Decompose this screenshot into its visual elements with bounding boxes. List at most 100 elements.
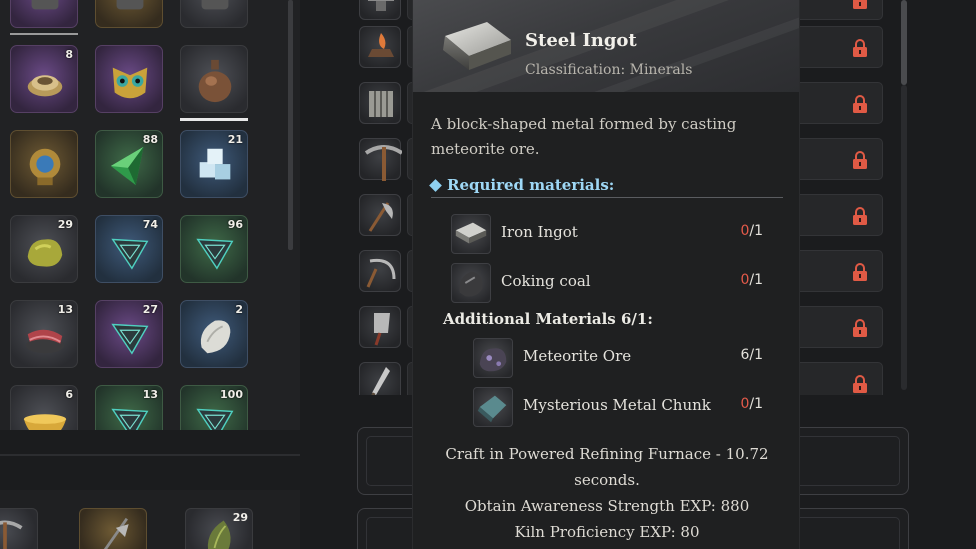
additional-materials-label: Additional Materials 6/1: [443, 310, 653, 328]
selection-indicator [10, 33, 78, 35]
item-tooltip: Steel Ingot Classification: Minerals A b… [412, 0, 800, 549]
recipe-icon[interactable] [359, 82, 401, 124]
screen-edge [968, 0, 976, 549]
item-classification: Classification: Minerals [525, 62, 693, 78]
recipe-icon[interactable] [359, 250, 401, 292]
inventory-slot[interactable]: 96 [180, 215, 248, 283]
divider [0, 454, 300, 456]
recipe-icon[interactable] [359, 138, 402, 181]
item-count: 13 [142, 388, 158, 401]
white-stone-icon [200, 320, 231, 354]
recipe-icon[interactable] [359, 362, 401, 395]
material-row: Coking coal 0/1 [451, 263, 763, 303]
material-row: Iron Ingot 0/1 [451, 214, 763, 254]
item-count: 29 [57, 218, 73, 231]
inventory-slot[interactable]: 74 [95, 215, 163, 283]
item-count: 6 [65, 388, 73, 401]
dagger-icon [371, 367, 390, 395]
axe-icon [368, 202, 393, 232]
material-quantity: 0/1 [740, 223, 763, 239]
recipe-icon[interactable] [359, 26, 401, 68]
item-count: 100 [220, 388, 243, 401]
lock-icon [853, 95, 867, 113]
item-name: Steel Ingot [525, 30, 637, 51]
water-flask-icon [198, 59, 232, 103]
lock-icon [853, 39, 867, 57]
inventory-slot[interactable] [95, 0, 163, 28]
item-count: 74 [142, 218, 158, 231]
meteorite-ore-icon [479, 348, 507, 372]
material-quantity: 6/1 [740, 347, 763, 363]
hotbar [0, 490, 300, 549]
rune-prism-icon [111, 323, 149, 355]
item-count: 29 [232, 511, 248, 524]
inventory-slot[interactable] [10, 0, 78, 28]
lock-icon [853, 207, 867, 225]
hotbar-slot[interactable]: 29 [185, 508, 253, 549]
coal-icon [459, 271, 483, 297]
item-count: 2 [235, 303, 243, 316]
inventory-slot[interactable]: 6 [10, 385, 78, 430]
inventory-slot[interactable] [180, 45, 248, 113]
craft-info-line1: Craft in Powered Refining Furnace - 10.7… [445, 445, 769, 463]
inventory-slot[interactable]: 27 [95, 300, 163, 368]
material-name: Coking coal [501, 272, 591, 290]
item-count: 13 [57, 303, 73, 316]
inventory-slot[interactable]: 2 [180, 300, 248, 368]
item-icon [116, 0, 144, 10]
quantity-need: /1 [749, 272, 763, 288]
material-row: Meteorite Ore 6/1 [473, 338, 763, 378]
material-name: Iron Ingot [501, 223, 578, 241]
item-description: A block-shaped metal formed by casting m… [431, 115, 737, 158]
diamond-bullet-icon [429, 179, 442, 192]
material-icon-frame [451, 214, 491, 254]
inventory-slot[interactable] [95, 45, 163, 113]
hotbar-slot[interactable] [79, 508, 147, 549]
quantity-need: /1 [749, 347, 763, 363]
inventory-scrollbar[interactable] [288, 0, 293, 250]
inventory-slot[interactable] [180, 0, 248, 28]
campfire-icon [368, 33, 394, 57]
material-icon-frame [473, 338, 513, 378]
coin-pouch-icon [27, 75, 63, 97]
lock-icon [853, 263, 867, 281]
inventory-slot[interactable]: 21 [180, 130, 248, 198]
rune-prism-icon [196, 408, 234, 430]
item-count: 21 [227, 133, 243, 146]
lock-icon [853, 319, 867, 337]
inventory-slot[interactable] [10, 130, 78, 198]
inventory-slot[interactable]: 13 [95, 385, 163, 430]
recipe-icon[interactable] [359, 0, 401, 20]
steel-ingot-icon [443, 22, 511, 70]
required-materials-label: Required materials: [447, 176, 615, 194]
material-icon-frame [473, 387, 513, 427]
inventory-slot[interactable]: 100 [180, 385, 248, 430]
ore-lump-icon [27, 239, 63, 267]
rune-prism-icon [111, 238, 149, 270]
lock-icon [853, 0, 867, 9]
item-count: 8 [65, 48, 73, 61]
craft-info-line2: seconds. [574, 471, 640, 489]
pickaxe-icon [364, 145, 402, 181]
inventory-slot[interactable]: 13 [10, 300, 78, 368]
material-name: Meteorite Ore [523, 347, 632, 365]
inventory-slot[interactable]: 29 [10, 215, 78, 283]
lock-icon [853, 151, 867, 169]
recipe-list-scrollbar[interactable] [901, 0, 907, 85]
inventory-slot[interactable]: 8 [10, 45, 78, 113]
selection-indicator [180, 118, 248, 121]
gold-bowl-icon [23, 414, 67, 430]
lock-icon [853, 375, 867, 393]
quantity-need: /1 [749, 223, 763, 239]
metal-chunk-icon [477, 395, 507, 423]
quantity-need: /1 [749, 396, 763, 412]
inventory-slot[interactable]: 88 [95, 130, 163, 198]
recipe-icon[interactable] [359, 194, 401, 236]
tooltip-header: Steel Ingot Classification: Minerals [413, 0, 799, 92]
recipe-list-scroll-track [901, 85, 907, 390]
inventory-grid: 8 88 21 29 74 96 13 27 2 6 13 100 [0, 0, 300, 430]
hotbar-slot[interactable] [0, 508, 38, 549]
rune-prism-icon [111, 408, 149, 430]
recipe-icon[interactable] [359, 306, 401, 348]
sickle-icon [366, 258, 396, 288]
